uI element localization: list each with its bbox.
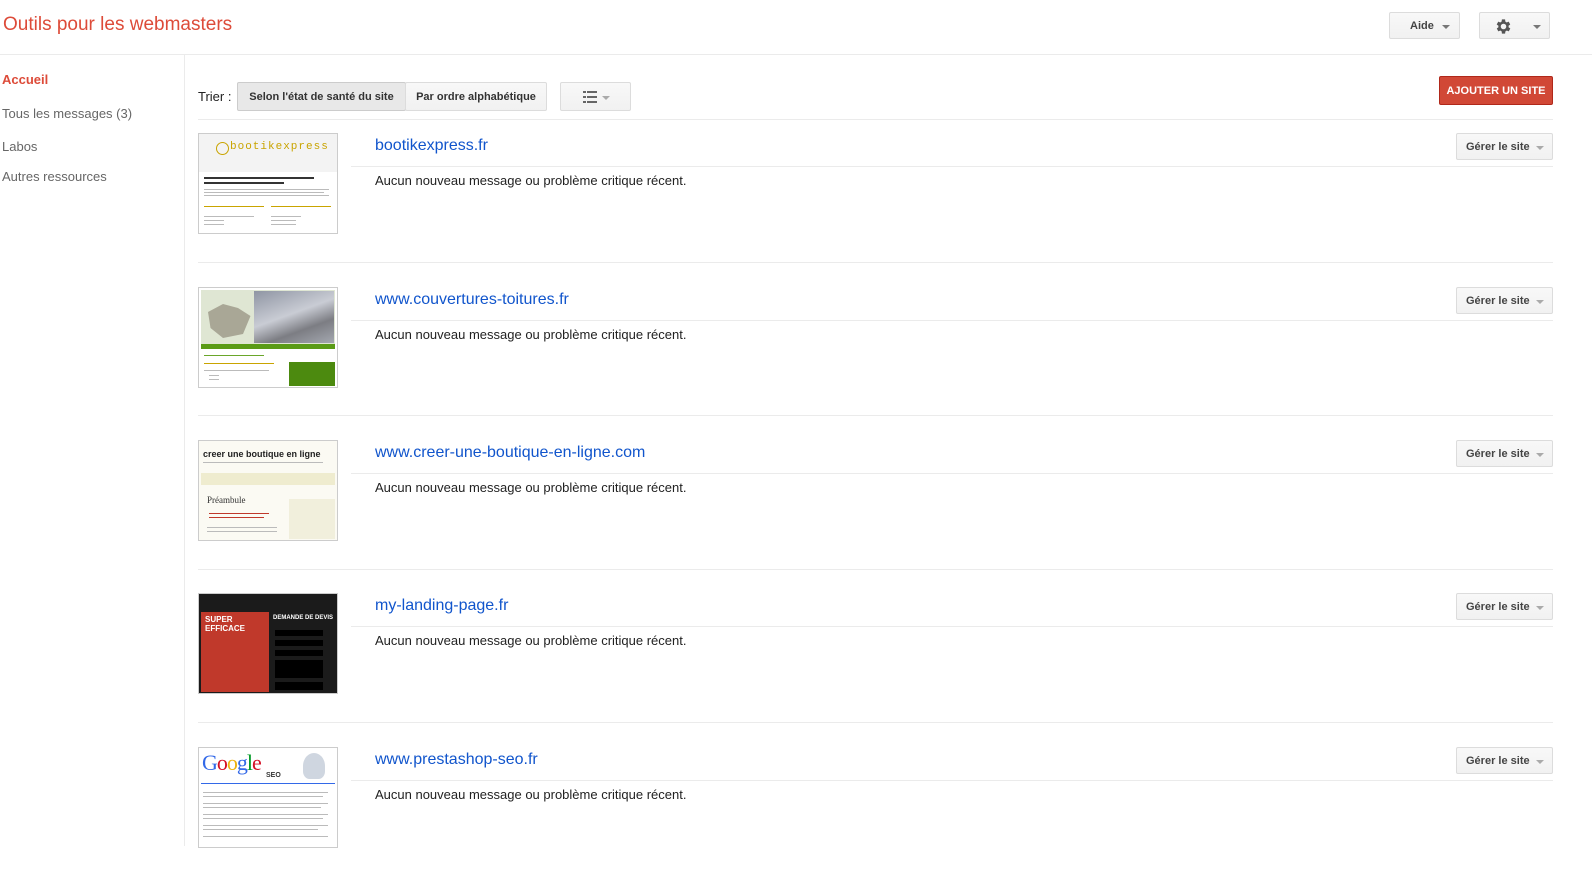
site-row: www.couvertures-toitures.fr Gérer le sit… bbox=[198, 273, 1553, 427]
sidebar-divider bbox=[184, 55, 185, 846]
help-label: Aide bbox=[1410, 19, 1434, 32]
row-divider bbox=[198, 722, 1553, 723]
settings-menu-button[interactable] bbox=[1479, 12, 1550, 39]
site-link[interactable]: bootikexpress.fr bbox=[375, 137, 488, 155]
site-link[interactable]: www.creer-une-boutique-en-ligne.com bbox=[375, 444, 645, 462]
thumb-right-text: DEMANDE DE DEVIS bbox=[272, 615, 333, 621]
site-thumbnail[interactable]: creer une boutique en ligne Préambule bbox=[198, 440, 338, 541]
site-row: bootikexpress bootikexpress.fr Gérer le … bbox=[198, 119, 1553, 273]
site-divider bbox=[351, 320, 1553, 321]
chevron-down-icon bbox=[1536, 146, 1544, 150]
thumb-logo: Google bbox=[202, 750, 262, 775]
site-divider bbox=[351, 626, 1553, 627]
site-link[interactable]: my-landing-page.fr bbox=[375, 597, 508, 615]
manage-site-button[interactable]: Gérer le site bbox=[1456, 747, 1553, 774]
manage-site-label: Gérer le site bbox=[1466, 140, 1530, 153]
manage-site-button[interactable]: Gérer le site bbox=[1456, 440, 1553, 467]
sort-alphabetical-button[interactable]: Par ordre alphabétique bbox=[405, 82, 547, 111]
site-thumbnail[interactable]: Google SEO bbox=[198, 747, 338, 848]
chevron-down-icon bbox=[1536, 300, 1544, 304]
site-status: Aucun nouveau message ou problème critiq… bbox=[375, 327, 687, 342]
chevron-down-icon bbox=[1442, 25, 1450, 29]
site-row: SUPER EFFICACE DEMANDE DE DEVIS my-landi… bbox=[198, 579, 1553, 733]
help-menu-button[interactable]: Aide bbox=[1389, 12, 1460, 39]
header-divider bbox=[0, 54, 1592, 55]
add-site-button[interactable]: AJOUTER UN SITE bbox=[1439, 76, 1553, 105]
chevron-down-icon bbox=[1536, 760, 1544, 764]
chevron-down-icon bbox=[1536, 606, 1544, 610]
chevron-down-icon bbox=[602, 96, 610, 100]
manage-site-button[interactable]: Gérer le site bbox=[1456, 593, 1553, 620]
row-divider bbox=[198, 569, 1553, 570]
site-thumbnail[interactable] bbox=[198, 287, 338, 388]
thumb-logo-sub: SEO bbox=[266, 772, 281, 779]
site-thumbnail[interactable]: bootikexpress bbox=[198, 133, 338, 234]
site-link[interactable]: www.couvertures-toitures.fr bbox=[375, 291, 569, 309]
thumb-brand: bootikexpress bbox=[230, 141, 329, 153]
site-status: Aucun nouveau message ou problème critiq… bbox=[375, 480, 687, 495]
manage-site-label: Gérer le site bbox=[1466, 294, 1530, 307]
chevron-down-icon bbox=[1533, 25, 1541, 29]
app-title[interactable]: Outils pour les webmasters bbox=[3, 14, 232, 36]
site-divider bbox=[351, 166, 1553, 167]
sort-by-health-button[interactable]: Selon l'état de santé du site bbox=[237, 82, 406, 111]
site-row: creer une boutique en ligne Préambule ww… bbox=[198, 426, 1553, 580]
site-row: Google SEO www.prestashop-seo.fr Gérer l… bbox=[198, 733, 1553, 887]
manage-site-label: Gérer le site bbox=[1466, 600, 1530, 613]
sidebar-item-resources[interactable]: Autres ressources bbox=[2, 169, 107, 184]
sidebar-item-accueil[interactable]: Accueil bbox=[2, 72, 48, 87]
manage-site-label: Gérer le site bbox=[1466, 447, 1530, 460]
thumb-title: creer une boutique en ligne bbox=[203, 449, 321, 459]
manage-site-label: Gérer le site bbox=[1466, 754, 1530, 767]
list-view-icon bbox=[583, 91, 597, 103]
view-mode-button[interactable] bbox=[560, 82, 631, 111]
sort-label: Trier : bbox=[198, 89, 232, 104]
site-status: Aucun nouveau message ou problème critiq… bbox=[375, 173, 687, 188]
site-thumbnail[interactable]: SUPER EFFICACE DEMANDE DE DEVIS bbox=[198, 593, 338, 694]
site-divider bbox=[351, 473, 1553, 474]
sidebar-item-labos[interactable]: Labos bbox=[2, 139, 37, 154]
site-status: Aucun nouveau message ou problème critiq… bbox=[375, 633, 687, 648]
manage-site-button[interactable]: Gérer le site bbox=[1456, 133, 1553, 160]
row-divider bbox=[198, 415, 1553, 416]
row-divider bbox=[198, 262, 1553, 263]
site-link[interactable]: www.prestashop-seo.fr bbox=[375, 751, 538, 769]
thumb-heading: Préambule bbox=[207, 495, 246, 505]
thumb-left-text: SUPER EFFICACE bbox=[205, 615, 245, 633]
site-status: Aucun nouveau message ou problème critiq… bbox=[375, 787, 687, 802]
site-divider bbox=[351, 780, 1553, 781]
gear-icon bbox=[1496, 19, 1511, 34]
manage-site-button[interactable]: Gérer le site bbox=[1456, 287, 1553, 314]
chevron-down-icon bbox=[1536, 453, 1544, 457]
sidebar-item-messages[interactable]: Tous les messages (3) bbox=[2, 106, 132, 121]
